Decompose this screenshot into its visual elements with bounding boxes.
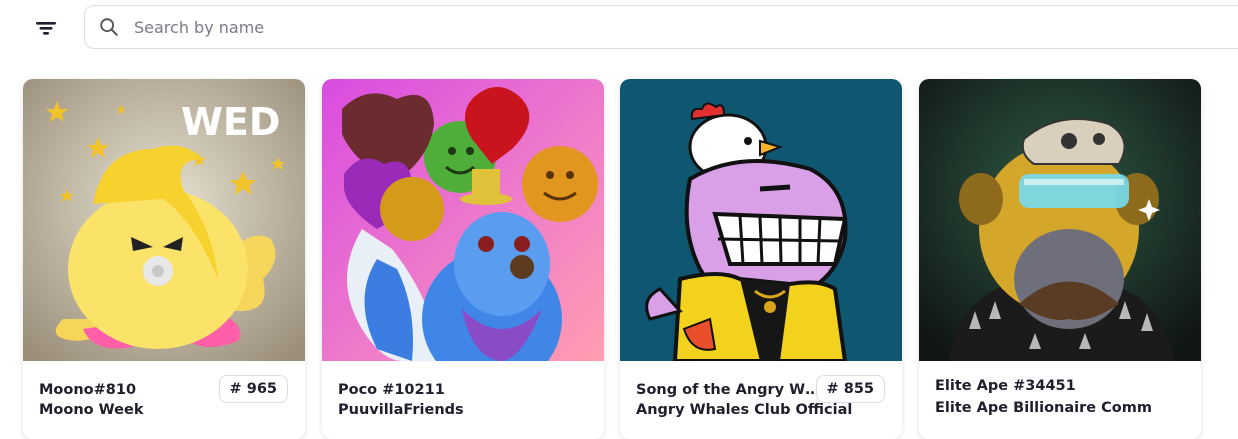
svg-text:WED: WED — [181, 100, 280, 144]
nft-image: WED — [23, 79, 305, 361]
nft-card[interactable]: WED Moono#810 # 965 Moono Week — [23, 79, 305, 439]
nft-name: Poco #10211 — [338, 382, 445, 398]
nft-name: Elite Ape #34451 — [935, 378, 1076, 394]
collection-name[interactable]: Angry Whales Club Official — [636, 402, 886, 418]
nft-image — [322, 79, 604, 361]
rank-badge: # 965 — [218, 375, 288, 403]
filter-button[interactable] — [26, 11, 66, 45]
nft-card[interactable]: Poco #10211 PuuvillaFriends — [322, 79, 604, 439]
nft-name: Song of the Angry Whal... — [636, 382, 821, 398]
nft-image — [620, 79, 902, 361]
nft-name: Moono#810 — [39, 382, 137, 398]
rank-badge: # 855 — [815, 375, 885, 403]
filter-icon — [36, 22, 56, 35]
collection-name[interactable]: Elite Ape Billionaire Comm — [935, 400, 1185, 416]
search-icon — [100, 18, 118, 36]
collection-name[interactable]: PuuvillaFriends — [338, 402, 588, 418]
nft-image — [919, 79, 1201, 361]
search-bar — [84, 5, 1238, 49]
nft-card[interactable]: Elite Ape #34451 Elite Ape Billionaire C… — [919, 79, 1201, 439]
collection-name[interactable]: Moono Week — [39, 402, 289, 418]
search-input[interactable] — [132, 16, 1238, 38]
nft-card[interactable]: Song of the Angry Whal... # 855 Angry Wh… — [620, 79, 902, 439]
